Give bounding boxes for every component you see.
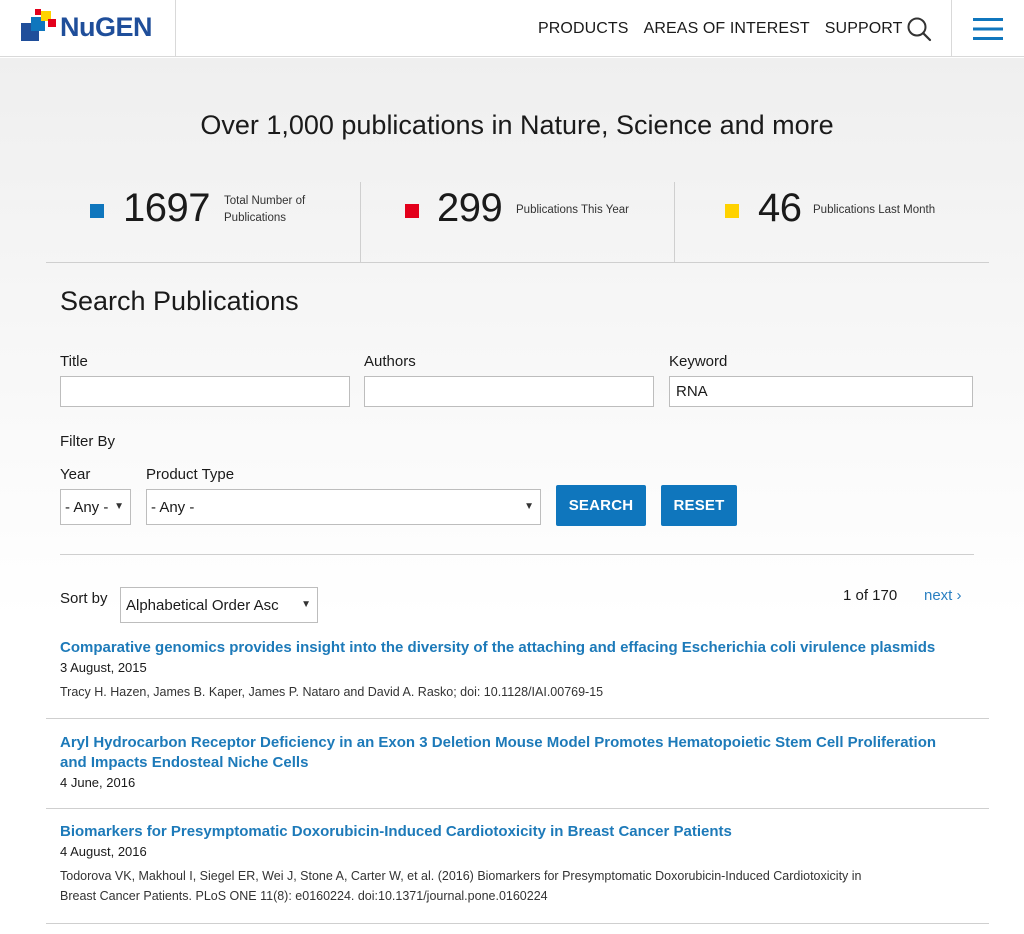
reset-button[interactable]: RESET (661, 485, 737, 526)
stat-total-label-line1: Total Number of (224, 195, 306, 207)
stat-total-label-line2: Publications (224, 212, 287, 224)
year-label: Year (60, 466, 91, 483)
result-divider (46, 808, 989, 809)
publication-item: Aryl Hydrocarbon Receptor Deficiency in … (60, 733, 980, 791)
hero-headline: Over 1,000 publications in Nature, Scien… (200, 110, 834, 140)
publication-stats: 1697 Total Number of Publications 299 Pu… (46, 182, 989, 263)
stat-year-label: Publications This Year (516, 204, 629, 216)
keyword-input[interactable] (669, 376, 973, 407)
search-divider (60, 554, 974, 555)
publication-item: Biomarkers for Presymptomatic Doxorubici… (60, 822, 980, 906)
stat-month-marker (725, 204, 739, 218)
chevron-down-icon: ▼ (524, 501, 534, 512)
publication-date: 4 August, 2016 (60, 844, 147, 859)
publication-description: Tracy H. Hazen, James B. Kaper, James P.… (60, 685, 604, 699)
stat-total-value: 1697 (123, 186, 210, 230)
sort-select-value: Alphabetical Order Asc (126, 596, 279, 614)
publication-title-link[interactable]: Aryl Hydrocarbon Receptor Deficiency in … (60, 733, 980, 773)
search-button[interactable]: SEARCH (556, 485, 646, 526)
year-select[interactable]: - Any - ▼ (60, 489, 131, 525)
nav-areas-of-interest[interactable]: AREAS OF INTEREST (644, 20, 810, 38)
result-divider (46, 718, 989, 719)
main-nav: PRODUCTS AREAS OF INTEREST SUPPORT (538, 0, 918, 57)
stat-total: 1697 Total Number of Publications (46, 182, 360, 262)
stat-this-year: 299 Publications This Year (361, 182, 675, 262)
stat-month-label: Publications Last Month (813, 204, 936, 216)
search-section-title: Search Publications (60, 286, 299, 316)
stat-month-value: 46 (758, 186, 802, 230)
publication-title-link[interactable]: Biomarkers for Presymptomatic Doxorubici… (60, 822, 980, 842)
brand-name: NuGEN (60, 12, 153, 42)
publication-description-line2: Breast Cancer Patients. PLoS ONE 11(8): … (60, 889, 548, 903)
stat-last-month: 46 Publications Last Month (675, 182, 989, 262)
search-icon (907, 17, 932, 41)
publication-title-line1: Aryl Hydrocarbon Receptor Deficiency in … (60, 734, 937, 751)
product-type-label: Product Type (146, 466, 235, 483)
chevron-down-icon: ▼ (114, 501, 124, 512)
logo-link[interactable]: NuGEN (0, 0, 176, 57)
stat-total-label: Total Number of Publications (224, 193, 305, 227)
authors-field-label: Authors (364, 353, 416, 370)
publication-item: Comparative genomics provides insight in… (60, 638, 980, 702)
publication-description: Todorova VK, Makhoul I, Siegel ER, Wei J… (60, 866, 980, 906)
pager-count: 1 of 170 (843, 587, 898, 604)
publication-date: 4 June, 2016 (60, 775, 136, 790)
publication-description-line1: Todorova VK, Makhoul I, Siegel ER, Wei J… (60, 869, 862, 883)
menu-icon (973, 17, 1003, 40)
header-search-button[interactable] (888, 0, 950, 57)
hamburger-menu-button[interactable] (951, 0, 1024, 57)
authors-input[interactable] (364, 376, 654, 407)
nav-products[interactable]: PRODUCTS (538, 20, 629, 38)
sort-select[interactable]: Alphabetical Order Asc ▼ (120, 587, 318, 623)
publication-date: 3 August, 2015 (60, 660, 147, 675)
keyword-field-label: Keyword (669, 353, 728, 370)
title-field-label: Title (60, 353, 88, 370)
filter-by-label: Filter By (60, 433, 116, 450)
product-type-select-value: - Any - (151, 498, 195, 516)
year-select-value: - Any - (65, 498, 109, 516)
stat-year-marker (405, 204, 419, 218)
nugen-logo-mark (21, 9, 56, 41)
sort-by-label: Sort by (60, 590, 108, 607)
hero-background (0, 58, 1024, 618)
title-input[interactable] (60, 376, 350, 407)
publication-title-link[interactable]: Comparative genomics provides insight in… (60, 638, 980, 658)
site-header: NuGEN PRODUCTS AREAS OF INTEREST SUPPORT (0, 0, 1024, 57)
product-type-select[interactable]: - Any - ▼ (146, 489, 541, 525)
chevron-down-icon: ▼ (301, 599, 311, 610)
stat-total-marker (90, 204, 104, 218)
stat-year-value: 299 (437, 186, 503, 230)
result-divider (46, 923, 989, 924)
publication-title-line2: and Impacts Endosteal Niche Cells (60, 754, 309, 771)
pager-next-link[interactable]: next › (924, 587, 962, 604)
